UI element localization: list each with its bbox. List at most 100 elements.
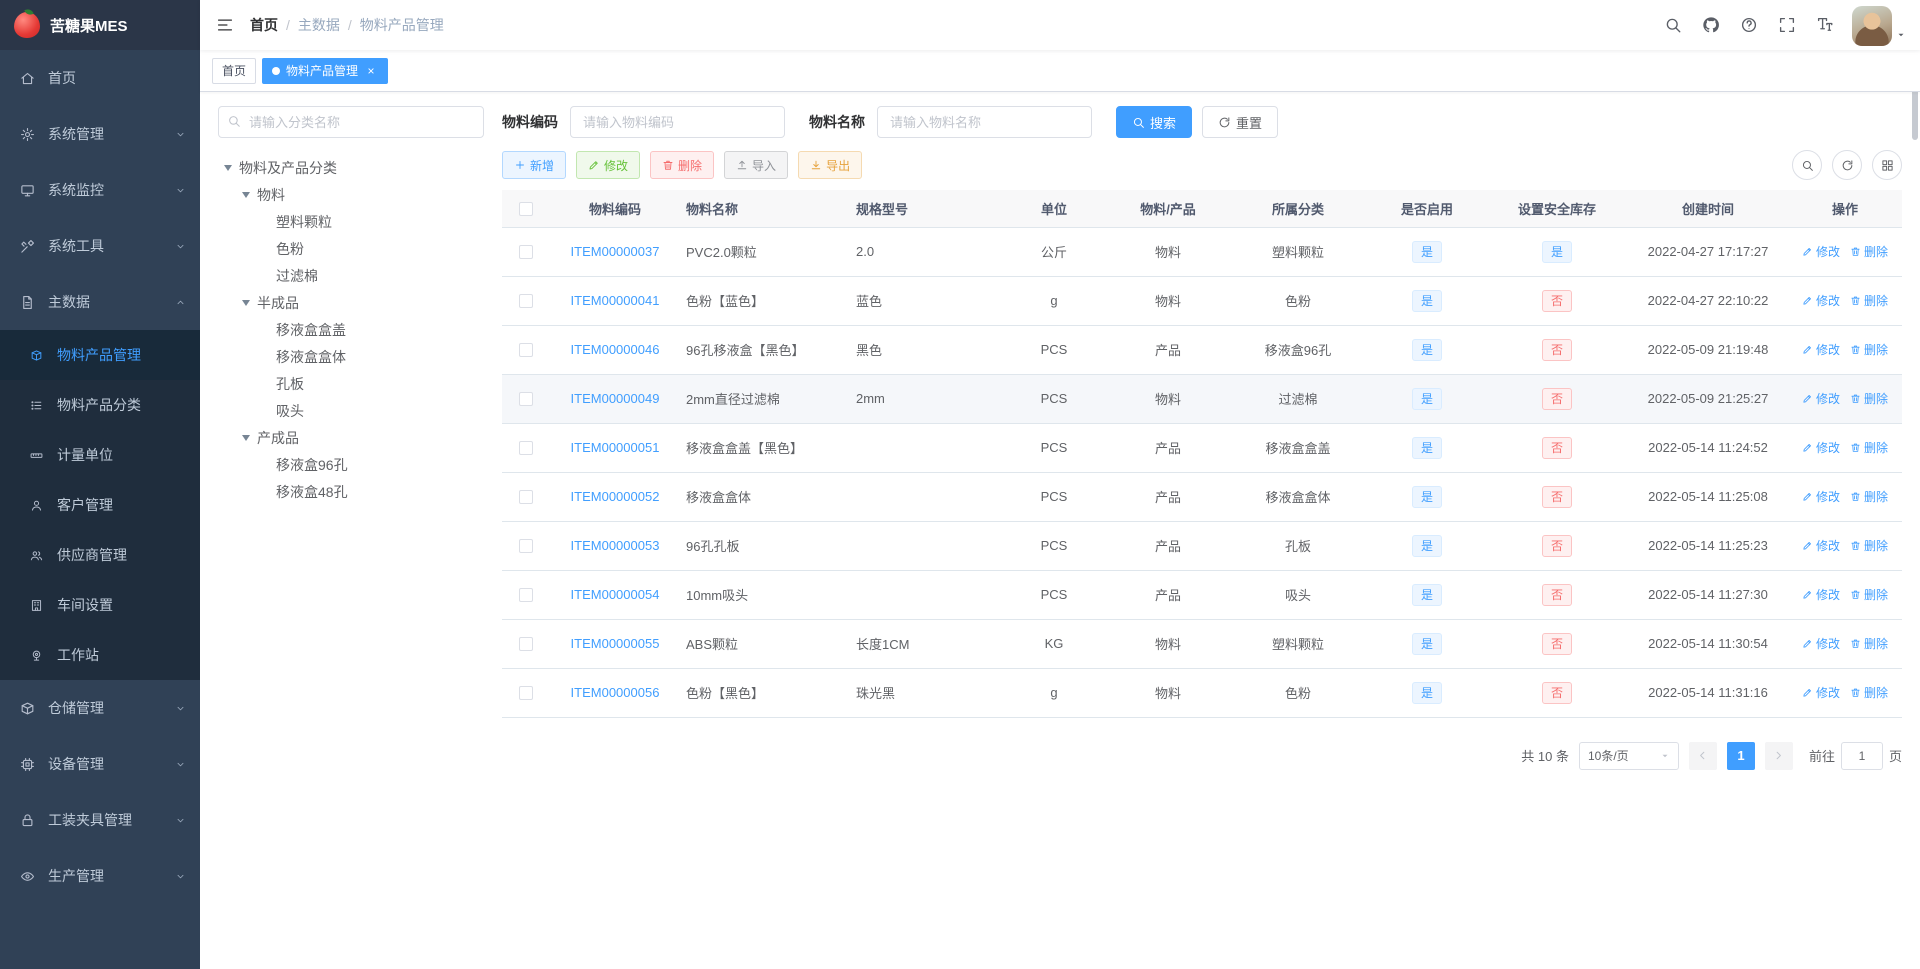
prev-page-button[interactable] [1688,741,1717,770]
table-row[interactable]: ITEM00000052 移液盒盒体 PCS 产品 移液盒盒体是否 2022-05-14 … [502,472,1902,522]
table-row[interactable]: ITEM00000053 96孔孔板 PCS 产品 孔板 是 否 2022-05-14 11:… [502,521,1902,571]
row-edit-link[interactable]: 修改 [1802,537,1840,554]
app-logo[interactable]: 苦糖果MES [0,0,200,50]
sidebar-item[interactable]: 系统管理 [0,106,200,162]
tree-node[interactable]: 过滤棉 [218,262,484,289]
next-page-button[interactable] [1764,741,1793,770]
row-delete-link[interactable]: 删除 [1850,684,1888,701]
search-icon[interactable] [1654,0,1692,50]
row-delete-link[interactable]: 删除 [1850,243,1888,260]
breadcrumb-item[interactable]: 主数据 [298,15,340,35]
refresh-button[interactable] [1832,150,1862,180]
material-code-link[interactable]: ITEM00000053 [571,538,660,553]
add-button[interactable]: 新增 [502,151,567,179]
import-button[interactable]: 导入 [724,151,789,179]
sidebar-subitem[interactable]: 物料产品分类 [0,380,200,430]
font-size-icon[interactable] [1806,0,1844,50]
sidebar-subitem[interactable]: 供应商管理 [0,530,200,580]
row-delete-link[interactable]: 删除 [1850,488,1888,505]
table-row[interactable]: ITEM00000046 96孔移液盒【黑色】 黑色 PCS 产品 移液盒96孔 是 否 202… [502,325,1902,375]
tree-node[interactable]: 物料及产品分类 [218,154,484,181]
help-icon[interactable] [1730,0,1768,50]
row-checkbox[interactable] [519,392,533,407]
row-checkbox[interactable] [519,294,533,309]
breadcrumb-item[interactable]: 首页 [250,15,278,35]
row-checkbox[interactable] [519,539,533,554]
material-code-link[interactable]: ITEM00000054 [571,587,660,602]
tree-node[interactable]: 移液盒96孔 [218,451,484,478]
table-row[interactable]: ITEM00000037 PVC2.0颗粒 2.0 公斤 物料 塑料颗粒 是 是 2022-04… [502,227,1902,277]
avatar[interactable] [1852,6,1892,46]
row-delete-link[interactable]: 删除 [1850,635,1888,652]
row-edit-link[interactable]: 修改 [1802,586,1840,603]
material-code-link[interactable]: ITEM00000037 [571,244,660,259]
sidebar-item[interactable]: 设备管理 [0,736,200,792]
sidebar-item[interactable]: 工装夹具管理 [0,792,200,848]
tree-node[interactable]: 孔板 [218,370,484,397]
tree-node[interactable]: 吸头 [218,397,484,424]
material-code-link[interactable]: ITEM00000055 [571,636,660,651]
row-delete-link[interactable]: 删除 [1850,586,1888,603]
tree-search-input[interactable] [218,106,484,138]
toggle-search-button[interactable] [1792,150,1822,180]
table-row[interactable]: ITEM00000055 ABS颗粒 长度1CM KG 物料 塑料颗粒 是 否 2022-05-… [502,619,1902,669]
column-toggle-button[interactable] [1872,150,1902,180]
row-checkbox[interactable] [519,490,533,505]
tree-node[interactable]: 半成品 [218,289,484,316]
page-size-select[interactable]: 10条/页 [1578,741,1679,770]
tree-node[interactable]: 色粉 [218,235,484,262]
table-row[interactable]: ITEM00000054 10mm吸头 PCS 产品 吸头 是 否 2022-05-14 11… [502,570,1902,620]
user-menu[interactable] [1852,0,1906,50]
search-button[interactable]: 搜索 [1116,106,1193,138]
row-edit-link[interactable]: 修改 [1802,341,1840,358]
export-button[interactable]: 导出 [798,151,863,179]
sidebar-subitem[interactable]: 工作站 [0,630,200,680]
row-checkbox[interactable] [519,686,533,701]
sidebar-item[interactable]: 仓储管理 [0,680,200,736]
row-checkbox[interactable] [519,245,533,260]
table-row[interactable]: ITEM00000049 2mm直径过滤棉 2mm PCS 物料 过滤棉 是 否 2022-05… [502,374,1902,424]
material-code-link[interactable]: ITEM00000041 [571,293,660,308]
sidebar-subitem[interactable]: 车间设置 [0,580,200,630]
sidebar-item[interactable]: 系统监控 [0,162,200,218]
row-checkbox[interactable] [519,441,533,456]
material-code-link[interactable]: ITEM00000051 [571,440,660,455]
sidebar-item[interactable]: 首页 [0,50,200,106]
sidebar-subitem[interactable]: 物料产品管理 [0,330,200,380]
sidebar-item[interactable]: 系统工具 [0,218,200,274]
row-delete-link[interactable]: 删除 [1850,537,1888,554]
row-edit-link[interactable]: 修改 [1802,488,1840,505]
tree-node[interactable]: 移液盒盒体 [218,343,484,370]
caret-down-icon[interactable] [224,164,232,171]
table-row[interactable]: ITEM00000056 色粉【黑色】 珠光黑 g 物料 色粉 是 否 2022-05-14 1… [502,668,1902,718]
table-row[interactable]: ITEM00000051 移液盒盒盖【黑色】 PCS 产品 移液盒盒盖 是 否 2022-05… [502,423,1902,473]
row-delete-link[interactable]: 删除 [1850,341,1888,358]
sidebar-subitem[interactable]: 客户管理 [0,480,200,530]
tree-node[interactable]: 移液盒盒盖 [218,316,484,343]
row-edit-link[interactable]: 修改 [1802,635,1840,652]
row-checkbox[interactable] [519,588,533,603]
close-icon[interactable]: × [364,64,378,78]
hamburger-icon[interactable] [200,0,250,50]
caret-down-icon[interactable] [242,434,250,441]
row-checkbox[interactable] [519,637,533,652]
select-all-checkbox[interactable] [519,202,533,217]
row-edit-link[interactable]: 修改 [1802,292,1840,309]
row-edit-link[interactable]: 修改 [1802,684,1840,701]
row-edit-link[interactable]: 修改 [1802,243,1840,260]
row-delete-link[interactable]: 删除 [1850,292,1888,309]
tree-node[interactable]: 移液盒48孔 [218,478,484,505]
row-edit-link[interactable]: 修改 [1802,439,1840,456]
row-delete-link[interactable]: 删除 [1850,390,1888,407]
sidebar-subitem[interactable]: 计量单位 [0,430,200,480]
name-filter-input[interactable] [877,106,1092,138]
fullscreen-icon[interactable] [1768,0,1806,50]
tree-node[interactable]: 塑料颗粒 [218,208,484,235]
edit-button[interactable]: 修改 [576,151,641,179]
sidebar-item[interactable]: 主数据 [0,274,200,330]
reset-button[interactable]: 重置 [1202,106,1279,138]
tree-node[interactable]: 产成品 [218,424,484,451]
delete-button[interactable]: 删除 [650,151,715,179]
tab-active[interactable]: 物料产品管理 × [262,57,389,84]
tree-node[interactable]: 物料 [218,181,484,208]
